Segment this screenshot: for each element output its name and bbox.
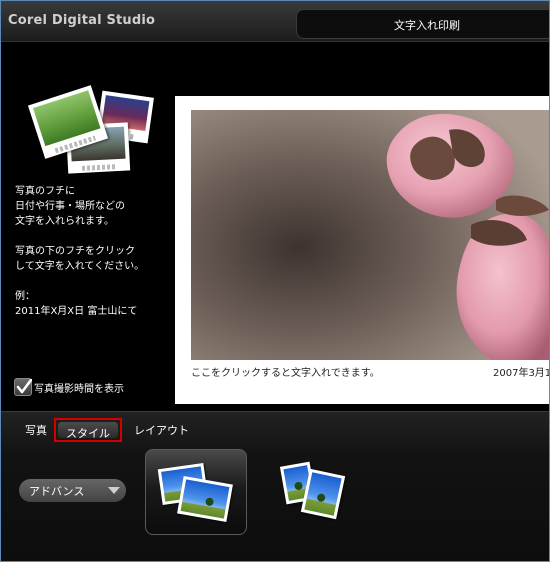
desc-line-9: 2011年X月X日 富士山にて <box>15 306 138 317</box>
app-window: Corel Digital Studio 文字入れ印刷 写真のフチに 日付や行事… <box>0 0 550 562</box>
desc-line-2: 日付や行事・場所などの <box>15 201 125 212</box>
tab-layout[interactable]: レイアウト <box>134 422 189 438</box>
desc-line-6: して文字を入れてください。 <box>15 261 145 272</box>
bottom-panel: 写真 スタイル レイアウト アドバンス <box>1 411 549 561</box>
show-time-label: 写真撮影時間を表示 <box>34 384 124 395</box>
blossom-image <box>191 110 549 360</box>
window-tab-label: 文字入れ印刷 <box>394 19 460 32</box>
title-bar: Corel Digital Studio 文字入れ印刷 <box>1 1 549 42</box>
chevron-down-icon <box>108 487 120 494</box>
style-mode-value: アドバンス <box>29 485 85 498</box>
window-tab[interactable]: 文字入れ印刷 <box>296 9 549 39</box>
style-option-plain[interactable] <box>277 460 349 520</box>
description-text: 写真のフチに 日付や行事・場所などの 文字を入れられます。 写真の下のフチをクリ… <box>15 184 144 319</box>
caption-date: 2007年3月1 <box>493 368 550 379</box>
tab-style[interactable]: スタイル <box>54 418 122 442</box>
tab-photo[interactable]: 写真 <box>25 422 47 438</box>
style-thumb-front <box>300 468 346 520</box>
print-preview: ここをクリックすると文字入れできます。 2007年3月1 <box>175 96 550 404</box>
left-panel: 写真のフチに 日付や行事・場所などの 文字を入れられます。 写真の下のフチをクリ… <box>1 42 171 410</box>
tab-style-label: スタイル <box>66 427 110 440</box>
style-option-shadow[interactable] <box>145 449 247 535</box>
bottom-tabs: 写真 スタイル レイアウト <box>1 416 549 442</box>
desc-line-5: 写真の下のフチをクリック <box>15 246 135 257</box>
checkmark-icon <box>16 379 32 394</box>
caption-input[interactable]: ここをクリックすると文字入れできます。 <box>191 364 380 379</box>
show-time-checkbox[interactable] <box>14 378 32 396</box>
app-title: Corel Digital Studio <box>8 13 156 28</box>
desc-line-3: 文字を入れられます。 <box>15 216 114 227</box>
style-mode-dropdown[interactable]: アドバンス <box>19 479 126 502</box>
desc-line-1: 写真のフチに <box>15 186 75 197</box>
style-thumb-front <box>177 475 233 523</box>
desc-line-8: 例： <box>15 291 35 302</box>
preview-photo <box>191 110 549 360</box>
